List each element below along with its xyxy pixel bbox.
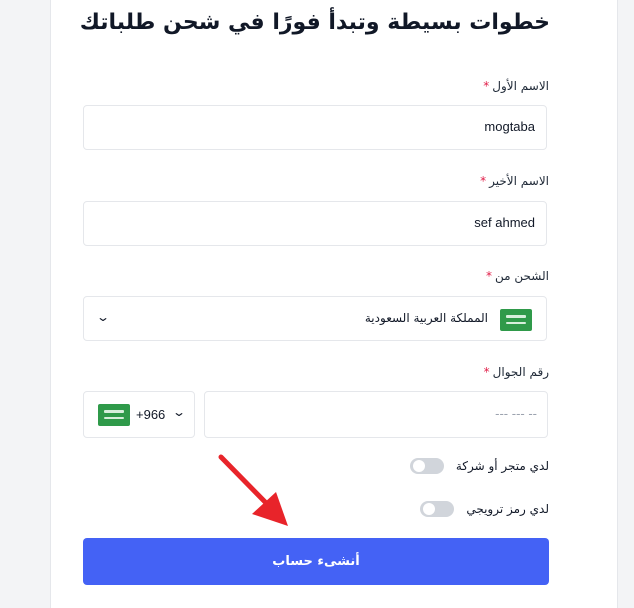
required-mark: * — [486, 269, 493, 283]
ship-from-label-text: الشحن من — [495, 269, 549, 283]
phone-label: رقم الجوال* — [484, 365, 549, 379]
first-name-label-text: الاسم الأول — [492, 79, 549, 93]
first-name-label: الاسم الأول* — [483, 79, 549, 93]
required-mark: * — [483, 365, 490, 379]
store-toggle[interactable] — [409, 458, 444, 474]
promo-toggle-row: لدي رمز ترويجي — [420, 500, 549, 518]
last-name-value: sef ahmed — [474, 215, 535, 230]
last-name-label-text: الاسم الأخير — [489, 174, 549, 188]
last-name-input[interactable]: sef ahmed — [83, 201, 547, 246]
page-title: خطوات بسيطة وتبدأ فورًا في شحن طلباتك — [79, 10, 550, 35]
promo-toggle-label: لدي رمز ترويجي — [466, 502, 549, 516]
store-toggle-label: لدي متجر أو شركة — [455, 459, 549, 473]
phone-label-text: رقم الجوال — [492, 365, 549, 379]
phone-input[interactable]: --- --- -- — [204, 391, 548, 438]
ship-from-label: الشحن من* — [486, 269, 549, 283]
country-code-value: +966 — [136, 407, 166, 422]
chevron-down-icon: ⌄ — [171, 405, 187, 419]
chevron-down-icon: ⌄ — [95, 310, 111, 324]
country-code-select[interactable]: +966 ⌄ — [83, 391, 195, 438]
required-mark: * — [480, 174, 487, 188]
first-name-input[interactable]: mogtaba — [83, 105, 547, 150]
saudi-flag-icon — [98, 404, 130, 426]
store-toggle-row: لدي متجر أو شركة — [409, 457, 549, 475]
required-mark: * — [483, 79, 490, 93]
ship-from-select[interactable]: المملكة العربية السعودية ⌄ — [83, 296, 547, 341]
promo-toggle[interactable] — [420, 501, 455, 517]
ship-from-selected: المملكة العربية السعودية — [364, 311, 488, 325]
phone-placeholder: --- --- -- — [495, 406, 537, 421]
last-name-label: الاسم الأخير* — [480, 174, 549, 188]
saudi-flag-icon — [500, 309, 532, 331]
first-name-value: mogtaba — [484, 119, 535, 134]
submit-button[interactable]: أنشىء حساب — [83, 538, 549, 585]
red-arrow-icon — [218, 454, 288, 526]
